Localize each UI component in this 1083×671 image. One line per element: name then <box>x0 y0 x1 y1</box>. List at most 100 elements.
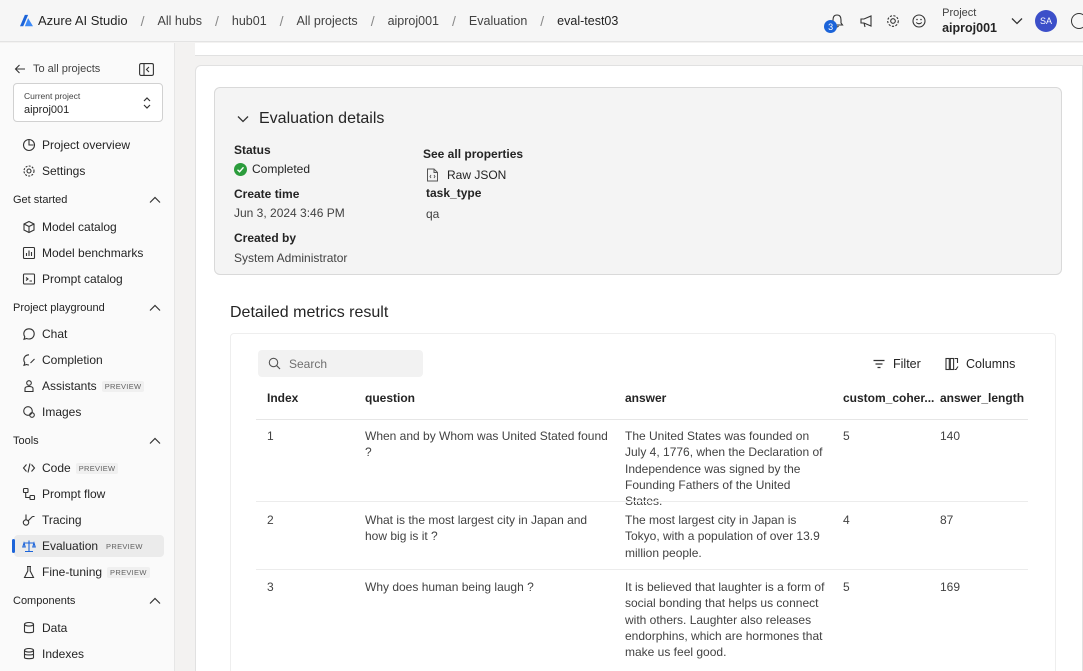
evaluation-details-header[interactable]: Evaluation details <box>237 110 384 128</box>
breadcrumb-all-hubs[interactable]: All hubs <box>158 14 202 28</box>
section-tools[interactable]: Tools <box>13 435 163 447</box>
raw-json-link[interactable]: Raw JSON <box>426 168 506 182</box>
preview-badge: PREVIEW <box>107 566 150 578</box>
columns-button[interactable]: Columns <box>945 350 1015 377</box>
sidebar-item-prompt-flow[interactable]: Prompt flow <box>14 483 164 505</box>
chevron-down-icon[interactable] <box>1011 17 1023 25</box>
columns-label: Columns <box>966 356 1016 371</box>
chevron-up-icon <box>149 437 161 444</box>
cell-answer: The United States was founded on July 4,… <box>625 429 823 509</box>
azure-ai-studio-logo[interactable]: Azure AI Studio <box>20 13 128 28</box>
metrics-search-box[interactable] <box>258 350 423 377</box>
sidebar-item-code[interactable]: Code PREVIEW <box>14 457 164 479</box>
megaphone-icon <box>860 15 872 28</box>
sidebar-item-label: Assistants <box>42 379 97 393</box>
column-header-custom-coherence[interactable]: custom_coher... <box>843 391 934 413</box>
sidebar-item-tracing[interactable]: Tracing <box>14 509 164 531</box>
cell-question: When and by Whom was United Stated found… <box>365 429 608 460</box>
sidebar-item-assistants[interactable]: Assistants PREVIEW <box>14 375 164 397</box>
top-bar: Azure AI Studio / All hubs / hub01 / All… <box>0 0 1083 42</box>
chevron-up-icon <box>149 597 161 604</box>
feedback-button[interactable] <box>906 8 932 34</box>
status-text: Completed <box>252 162 311 176</box>
cell-custom-coherence: 4 <box>843 513 850 527</box>
filter-button[interactable]: Filter <box>872 350 921 377</box>
collapse-sidebar-icon[interactable] <box>139 63 154 76</box>
current-project-label: Current project <box>24 91 81 101</box>
column-header-answer[interactable]: answer <box>625 391 666 413</box>
preview-badge: PREVIEW <box>106 541 143 551</box>
sidebar-item-project-overview[interactable]: Project overview <box>14 134 164 156</box>
breadcrumb-all-projects[interactable]: All projects <box>297 14 358 28</box>
breadcrumb-separator: / <box>279 12 284 29</box>
project-switcher[interactable]: Project aiproj001 <box>942 6 997 37</box>
create-time-label: Create time <box>234 187 300 201</box>
sidebar-item-evaluation[interactable]: Evaluation PREVIEW <box>12 535 164 557</box>
app-name: Azure AI Studio <box>38 13 128 28</box>
task-type-value: qa <box>426 207 440 221</box>
column-header-answer-length[interactable]: answer_length <box>940 391 1024 413</box>
announcements-button[interactable] <box>854 8 880 34</box>
sidebar-item-model-benchmarks[interactable]: Model benchmarks <box>14 242 164 264</box>
settings-button[interactable] <box>880 8 906 34</box>
metrics-grid: Filter Columns Index question answer cus… <box>230 333 1056 671</box>
sidebar-item-label: Images <box>42 405 82 419</box>
images-icon <box>23 406 35 418</box>
breadcrumb-project[interactable]: aiproj001 <box>388 14 439 28</box>
sidebar-item-label: Fine-tuning <box>42 565 103 579</box>
benchmarks-icon <box>22 246 36 260</box>
section-project-playground[interactable]: Project playground <box>13 302 163 314</box>
sidebar-item-label: Model benchmarks <box>42 246 144 260</box>
column-header-index[interactable]: Index <box>267 391 298 413</box>
section-get-started[interactable]: Get started <box>13 194 163 206</box>
preview-badge: PREVIEW <box>75 462 119 474</box>
task-type-label: task_type <box>426 186 482 200</box>
evaluation-details-title: Evaluation details <box>259 110 385 127</box>
sidebar-item-images[interactable]: Images <box>14 401 164 423</box>
help-circle-icon[interactable] <box>1071 13 1083 29</box>
cell-question: Why does human being laugh ? <box>365 580 534 594</box>
completion-icon <box>23 354 35 367</box>
filter-icon <box>873 359 885 368</box>
json-file-icon <box>427 168 438 182</box>
search-input[interactable] <box>289 356 409 371</box>
sidebar-item-data[interactable]: Data <box>14 617 164 639</box>
chevron-up-icon <box>149 196 161 203</box>
back-to-projects-link[interactable]: To all projects <box>14 63 100 75</box>
sidebar-item-label: Code <box>42 461 71 475</box>
section-components[interactable]: Components <box>13 595 163 607</box>
gear-icon <box>23 165 35 177</box>
cell-custom-coherence: 5 <box>843 429 850 443</box>
sidebar-item-settings[interactable]: Settings <box>14 160 164 182</box>
breadcrumb-evaluation[interactable]: Evaluation <box>469 14 527 28</box>
create-time-value: Jun 3, 2024 3:46 PM <box>234 206 345 220</box>
cell-question: What is the most largest city in Japan a… <box>365 513 588 544</box>
sidebar-item-label: Model catalog <box>42 220 117 234</box>
checkmark-circle-icon <box>234 162 247 176</box>
sidebar-item-chat[interactable]: Chat <box>14 323 164 345</box>
breadcrumb-separator: / <box>540 12 545 29</box>
top-bar-actions: 3 Project aiproj001 SA <box>824 0 1083 42</box>
column-header-question[interactable]: question <box>365 391 415 413</box>
sidebar-item-model-catalog[interactable]: Model catalog <box>14 216 164 238</box>
breadcrumb-hub[interactable]: hub01 <box>232 14 267 28</box>
prompt-flow-icon <box>22 487 36 501</box>
created-by-label: Created by <box>234 231 297 245</box>
sidebar-item-fine-tuning[interactable]: Fine-tuning PREVIEW <box>14 561 164 583</box>
evaluation-card: Evaluation details Status Completed Crea… <box>195 65 1083 671</box>
sidebar-item-indexes[interactable]: Indexes <box>14 643 164 665</box>
smiley-icon <box>912 14 926 28</box>
columns-icon <box>945 357 959 370</box>
user-avatar[interactable]: SA <box>1035 10 1057 32</box>
row-divider <box>256 501 1028 502</box>
current-project-selector[interactable]: Current project aiproj001 <box>13 83 163 122</box>
sidebar-item-completion[interactable]: Completion <box>14 349 164 371</box>
sidebar-item-label: Project overview <box>42 138 131 152</box>
notifications-button[interactable]: 3 <box>824 8 850 34</box>
chevron-up-down-icon <box>143 97 151 109</box>
sidebar-item-label: Completion <box>42 353 103 367</box>
main-content: Evaluation details Status Completed Crea… <box>176 43 1083 671</box>
cell-index: 3 <box>267 580 274 594</box>
card-top-strip <box>195 43 1083 56</box>
sidebar-item-prompt-catalog[interactable]: Prompt catalog <box>14 268 164 290</box>
